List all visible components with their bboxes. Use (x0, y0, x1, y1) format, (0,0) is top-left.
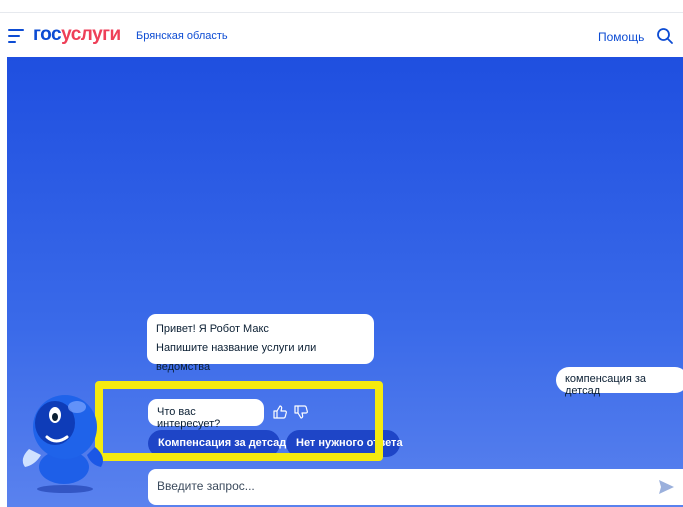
greeting-line-1: Привет! Я Робот Макс (156, 323, 269, 335)
chat-input[interactable]: Введите запрос... (157, 479, 255, 493)
chat-input-container[interactable]: Введите запрос... (148, 469, 683, 505)
user-message-bubble: компенсация за детсад (556, 367, 683, 397)
chat-area: Привет! Я Робот Макс Напишите название у… (7, 57, 683, 507)
region-selector[interactable]: Брянская область (136, 30, 228, 42)
robot-max-avatar (22, 395, 103, 493)
greeting-line-2: Напишите название услуги или ведомства (156, 342, 317, 373)
top-bar: госуслуги Брянская область Помощь (0, 12, 683, 58)
logo-part-gos: гос (33, 24, 62, 45)
help-link[interactable]: Помощь (598, 30, 644, 44)
yellow-highlight-frame (95, 381, 383, 461)
logo-part-uslugi: услуги (61, 24, 121, 45)
menu-icon[interactable] (8, 29, 24, 43)
send-icon[interactable] (657, 478, 675, 496)
gosuslugi-logo[interactable]: госуслуги (33, 24, 121, 46)
bot-greeting-bubble: Привет! Я Робот Макс Напишите название у… (147, 314, 374, 373)
search-icon[interactable] (656, 27, 674, 45)
